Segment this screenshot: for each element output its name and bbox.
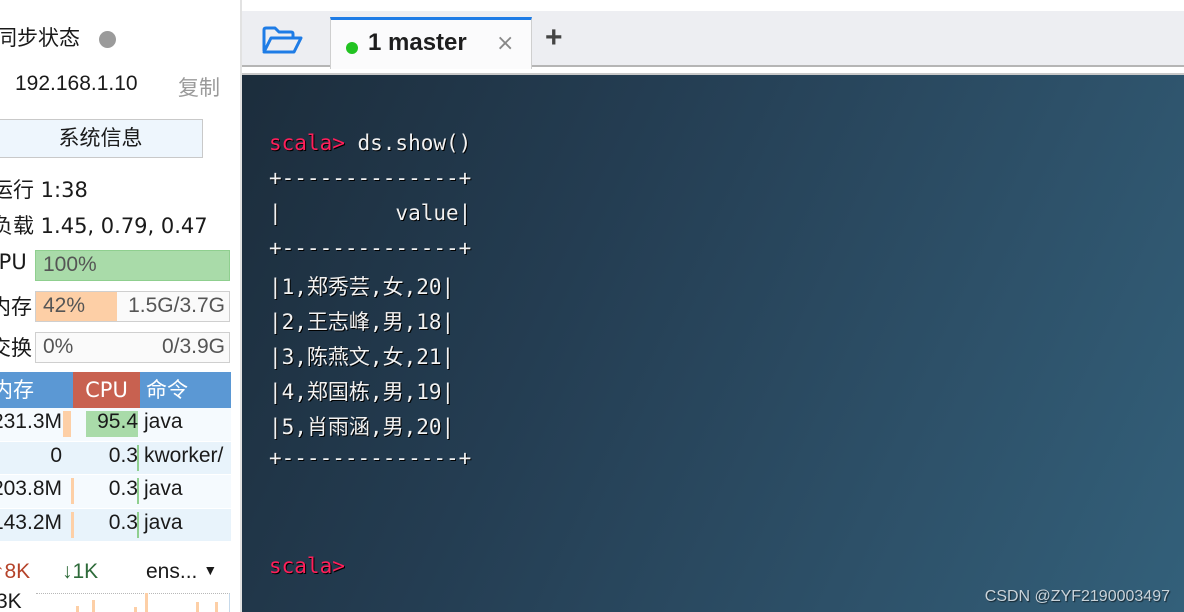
system-info-button[interactable]: 系统信息 [0, 119, 203, 158]
connection-status-dot-icon [346, 42, 358, 54]
process-cpu: 0.3 [108, 477, 138, 500]
column-header-memory[interactable]: 内存 [0, 372, 65, 408]
terminal-prompt-line: scala> [269, 554, 345, 578]
swap-usage-bar: 0% 0/3.9G [35, 332, 230, 363]
traffic-spike [196, 602, 199, 612]
terminal-output-line: +--------------+ [269, 166, 472, 190]
column-header-cpu[interactable]: CPU [73, 372, 140, 408]
traffic-spike [145, 593, 148, 612]
process-row[interactable]: 143.2M 0.3 java [0, 508, 231, 542]
process-cpu: 0.3 [108, 510, 138, 534]
traffic-spike [215, 602, 218, 612]
uptime: 运行 1:38 [0, 178, 88, 202]
memory-indicator [71, 511, 74, 538]
terminal-output-line: +--------------+ [269, 236, 472, 260]
process-row[interactable]: 0 0.3 kworker/ [0, 441, 231, 475]
session-tab-bar: 1 master × + [242, 11, 1184, 69]
download-arrow-icon: ↓ [62, 560, 73, 583]
network-graph-max-label: 3K [0, 590, 22, 612]
terminal-output-line: | value| [269, 201, 472, 225]
process-memory: 231.3M [0, 410, 62, 433]
watermark: CSDN @ZYF2190003497 [984, 588, 1170, 605]
cpu-usage-bar: 100% [35, 250, 230, 281]
terminal-output-line: +--------------+ [269, 446, 472, 470]
process-table: 内存 CPU 命令 231.3M 95.4 java 0 0.3 kworker… [0, 372, 231, 542]
network-download-rate: 1K [72, 560, 99, 583]
copy-ip-button[interactable]: 复制 [178, 72, 220, 102]
memory-indicator [71, 478, 74, 504]
network-upload-rate: ↑8K [0, 560, 31, 583]
terminal-command: ds.show() [344, 131, 472, 155]
add-tab-button[interactable]: + [545, 23, 563, 53]
process-command: java [144, 477, 183, 500]
terminal-output-line: |3,陈燕文,女,21| [269, 345, 455, 369]
chevron-down-icon: ▼ [203, 562, 218, 578]
process-cpu: 0.3 [108, 443, 138, 467]
network-interface-select[interactable]: ens... ▼ [146, 560, 217, 584]
terminal-output-line: |5,肖雨涵,男,20| [269, 415, 455, 439]
process-command: kworker/ [144, 443, 224, 467]
traffic-spike [76, 606, 79, 612]
process-row[interactable]: 231.3M 95.4 java [0, 408, 231, 442]
process-memory: 0 [50, 443, 62, 467]
swap-usage-amount: 0/3.9G [161, 335, 225, 358]
network-download: ↓1K [62, 560, 98, 584]
tab-label: 1 master [368, 29, 467, 56]
open-folder-icon[interactable] [260, 25, 304, 57]
terminal-output-line: |1,郑秀芸,女,20| [269, 275, 455, 299]
scala-prompt: scala> [269, 131, 345, 155]
process-memory: 143.2M [0, 510, 62, 534]
terminal-output[interactable]: scala> ds.show() +--------------+ | valu… [242, 73, 1184, 612]
sync-status-label: 同步状态 [0, 26, 80, 50]
process-table-header: 内存 CPU 命令 [0, 372, 231, 408]
traffic-spike [134, 607, 137, 612]
terminal-output-line: |2,王志峰,男,18| [269, 310, 455, 334]
tab-master[interactable]: 1 master × [330, 17, 532, 69]
memory-indicator [63, 411, 71, 437]
scala-prompt: scala> [269, 554, 345, 578]
process-cpu: 95.4 [97, 410, 138, 433]
sync-status-indicator-icon [99, 31, 116, 48]
cpu-label: CPU [0, 250, 27, 274]
process-command: java [144, 510, 183, 534]
close-tab-icon[interactable]: × [496, 31, 514, 56]
swap-usage-percent: 0% [43, 335, 74, 358]
memory-usage-amount: 1.5G/3.7G [128, 294, 225, 317]
ip-address: 192.168.1.10 [15, 72, 138, 95]
process-command: java [144, 410, 183, 433]
network-interface-value: ens... [146, 560, 198, 583]
memory-usage-bar: 42% 1.5G/3.7G [35, 291, 230, 322]
memory-usage-percent: 42% [43, 294, 86, 317]
load-average: 负载 1.45, 0.79, 0.47 [0, 214, 208, 238]
terminal-command-line: scala> ds.show() [269, 131, 471, 155]
server-status-sidebar: 同步状态 192.168.1.10 复制 系统信息 运行 1:38 负载 1.4… [0, 0, 240, 612]
swap-label: 交换 [0, 336, 32, 360]
process-row[interactable]: 203.8M 0.3 java [0, 475, 231, 509]
column-header-command[interactable]: 命令 [146, 372, 188, 408]
cpu-usage-percent: 100% [43, 253, 97, 276]
process-memory: 203.8M [0, 477, 62, 500]
network-traffic-graph [36, 593, 230, 612]
memory-label: 内存 [0, 295, 32, 319]
traffic-spike [92, 600, 95, 612]
terminal-output-line: |4,郑国栋,男,19| [269, 380, 455, 404]
